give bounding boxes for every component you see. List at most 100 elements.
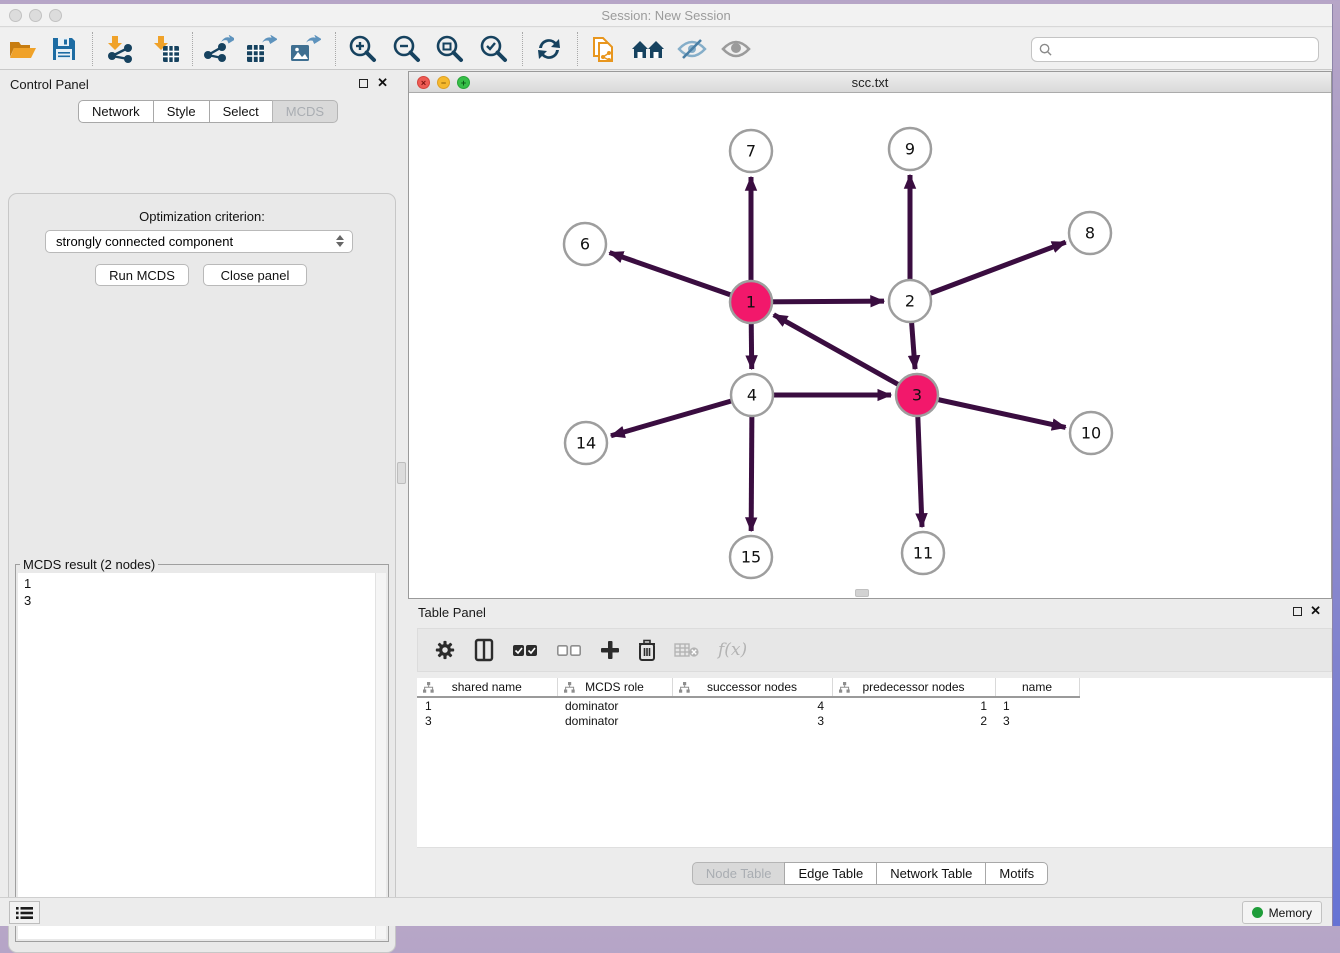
save-session-button[interactable]	[47, 33, 81, 65]
svg-text:10: 10	[1081, 424, 1101, 443]
result-item: 3	[24, 592, 386, 609]
tab-select[interactable]: Select	[209, 100, 273, 123]
table-row[interactable]: 1 dominator 4 1 1	[417, 697, 1079, 713]
graph-node-14[interactable]: 14	[565, 422, 607, 464]
horizontal-splitter-handle[interactable]	[855, 589, 869, 597]
column-header-predecessor-nodes[interactable]: predecessor nodes	[832, 678, 995, 697]
search-input[interactable]	[1057, 43, 1318, 57]
float-panel-icon[interactable]	[359, 77, 368, 91]
svg-text:3: 3	[912, 386, 922, 405]
tab-network[interactable]: Network	[78, 100, 154, 123]
add-column-icon[interactable]	[600, 640, 620, 660]
zoom-in-button[interactable]	[345, 33, 379, 65]
graph-node-2[interactable]: 2	[889, 280, 931, 322]
first-neighbors-button[interactable]	[631, 33, 665, 65]
zoom-selected-button[interactable]	[476, 33, 510, 65]
column-browser-icon[interactable]	[474, 638, 494, 662]
close-table-panel-icon[interactable]: ✕	[1310, 603, 1321, 619]
graph-node-11[interactable]: 11	[902, 532, 944, 574]
settings-gear-icon[interactable]	[434, 639, 456, 661]
graph-node-8[interactable]: 8	[1069, 212, 1111, 254]
node-table[interactable]: shared name MCDS role successor nodes pr…	[417, 678, 1080, 729]
svg-text:9: 9	[905, 140, 915, 159]
graph-node-15[interactable]: 15	[730, 536, 772, 578]
table-row[interactable]: 3 dominator 3 2 3	[417, 713, 1079, 729]
column-header-successor-nodes[interactable]: successor nodes	[672, 678, 832, 697]
float-table-panel-icon[interactable]	[1293, 605, 1302, 619]
table-panel-title: Table Panel	[418, 605, 486, 620]
close-panel-button[interactable]: Close panel	[203, 264, 307, 286]
optimization-criterion-select[interactable]: strongly connected component	[45, 230, 353, 253]
import-table-icon	[150, 35, 180, 63]
tab-motifs[interactable]: Motifs	[985, 862, 1048, 885]
memory-button[interactable]: Memory	[1242, 901, 1322, 924]
table-panel: Table Panel ✕	[408, 600, 1332, 897]
refresh-icon	[535, 35, 563, 63]
graph-node-3[interactable]: 3	[896, 374, 938, 416]
graph-node-7[interactable]: 7	[730, 130, 772, 172]
export-network-button[interactable]	[201, 33, 235, 65]
clone-network-button[interactable]	[587, 33, 621, 65]
search-field[interactable]	[1031, 37, 1319, 62]
export-image-button[interactable]	[288, 33, 322, 65]
hierarchy-icon	[679, 682, 690, 693]
import-table-button[interactable]	[148, 33, 182, 65]
graph-node-4[interactable]: 4	[731, 374, 773, 416]
graph-node-10[interactable]: 10	[1070, 412, 1112, 454]
select-all-checkboxes-icon[interactable]	[512, 644, 538, 657]
column-header-mcds-role[interactable]: MCDS role	[557, 678, 672, 697]
import-network-icon	[104, 35, 134, 63]
search-icon	[1039, 43, 1052, 56]
task-history-button[interactable]	[9, 901, 40, 924]
mcds-result-list[interactable]: 1 3	[18, 573, 386, 939]
save-floppy-icon	[52, 37, 76, 61]
graph-edge-2-8[interactable]	[910, 242, 1066, 301]
toolbar-separator	[335, 32, 336, 66]
function-builder-icon: f(x)	[718, 640, 747, 660]
delete-column-icon[interactable]	[638, 639, 656, 661]
hierarchy-icon	[423, 682, 434, 693]
svg-text:1: 1	[746, 293, 756, 312]
control-panel-tabs: Network Style Select MCDS	[78, 100, 338, 123]
toolbar-separator	[577, 32, 578, 66]
tab-network-table[interactable]: Network Table	[876, 862, 986, 885]
zoom-fit-button[interactable]	[432, 33, 466, 65]
import-network-button[interactable]	[102, 33, 136, 65]
tab-style[interactable]: Style	[153, 100, 210, 123]
svg-text:8: 8	[1085, 224, 1095, 243]
network-view-window: × − + scc.txt 7 9 6 8 1 2 4 3 14 10 15 11	[408, 71, 1332, 599]
application-window: Session: New Session	[0, 4, 1333, 926]
column-header-name[interactable]: name	[995, 678, 1079, 697]
run-mcds-button[interactable]: Run MCDS	[95, 264, 189, 286]
tab-edge-table[interactable]: Edge Table	[784, 862, 877, 885]
network-window-titlebar[interactable]: × − + scc.txt	[409, 72, 1331, 93]
hide-selected-button[interactable]	[675, 33, 709, 65]
zoom-out-button[interactable]	[389, 33, 423, 65]
graph-edge-3-10[interactable]	[917, 395, 1066, 427]
chevron-updown-icon	[336, 235, 344, 247]
graph-edge-3-1[interactable]	[774, 315, 917, 395]
graph-node-9[interactable]: 9	[889, 128, 931, 170]
titlebar: Session: New Session	[0, 4, 1332, 27]
mcds-result-title: MCDS result (2 nodes)	[20, 557, 158, 572]
memory-status-icon	[1252, 907, 1263, 918]
open-session-button[interactable]	[6, 33, 40, 65]
graph-node-1[interactable]: 1	[730, 281, 772, 323]
graph-node-6[interactable]: 6	[564, 223, 606, 265]
export-table-button[interactable]	[244, 33, 278, 65]
network-window-title: scc.txt	[409, 75, 1331, 90]
column-header-shared-name[interactable]: shared name	[417, 678, 557, 697]
tab-node-table[interactable]: Node Table	[692, 862, 786, 885]
refresh-layout-button[interactable]	[532, 33, 566, 65]
deselect-all-checkboxes-icon[interactable]	[556, 644, 582, 657]
vertical-splitter-handle[interactable]	[397, 462, 406, 484]
network-canvas[interactable]: 7 9 6 8 1 2 4 3 14 10 15 11	[409, 93, 1331, 598]
result-scrollbar[interactable]	[375, 573, 386, 939]
table-tabs: Node Table Edge Table Network Table Moti…	[408, 862, 1332, 885]
tab-mcds[interactable]: MCDS	[272, 100, 338, 123]
graph-edge-1-6[interactable]	[610, 253, 751, 302]
export-table-icon	[245, 35, 277, 63]
show-all-button[interactable]	[719, 33, 753, 65]
toolbar-separator	[92, 32, 93, 66]
close-panel-icon[interactable]: ✕	[377, 75, 388, 91]
